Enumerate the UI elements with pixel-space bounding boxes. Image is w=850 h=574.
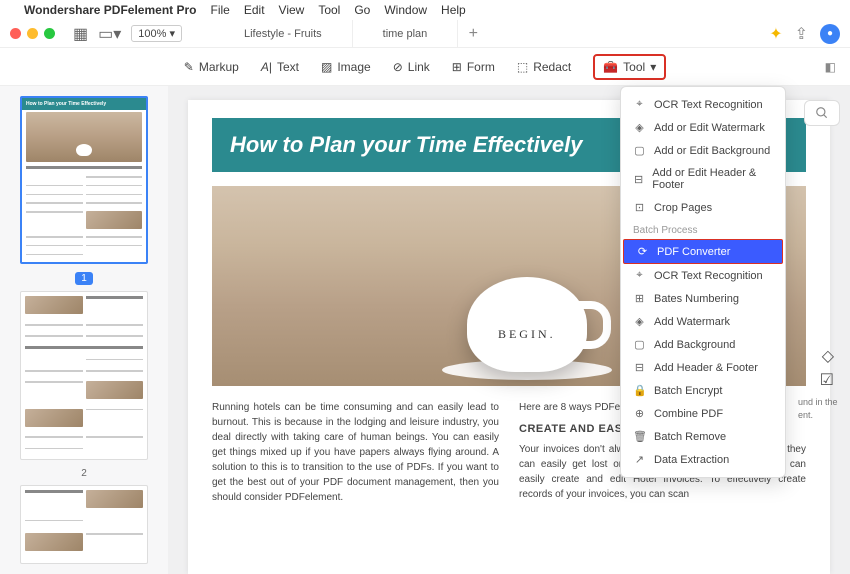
tool-image[interactable]: ▨Image <box>321 60 371 74</box>
new-tab-button[interactable]: + <box>458 20 488 47</box>
crop-icon: ⊡ <box>633 201 646 214</box>
fullscreen-window-button[interactable] <box>44 28 55 39</box>
close-window-button[interactable] <box>10 28 21 39</box>
menu-file[interactable]: File <box>211 3 230 17</box>
tool-dropdown-menu: ⌖OCR Text Recognition ◈Add or Edit Water… <box>620 86 786 478</box>
page-number-1: 1 <box>75 272 93 285</box>
column-left: Running hotels can be time consuming and… <box>212 400 499 505</box>
menu-go[interactable]: Go <box>354 3 370 17</box>
check-icon[interactable]: ☑ <box>820 370 834 390</box>
toolbox-icon: 🧰 <box>603 60 618 74</box>
extract-icon: ↗ <box>633 453 646 466</box>
tab-time-plan[interactable]: time plan <box>353 20 459 47</box>
text-icon: A| <box>261 60 272 74</box>
dd-add-edit-watermark[interactable]: ◈Add or Edit Watermark <box>621 116 785 139</box>
traffic-lights <box>10 28 55 39</box>
col1-paragraph: Running hotels can be time consuming and… <box>212 400 499 505</box>
background-icon: ▢ <box>633 338 646 351</box>
dd-add-watermark[interactable]: ◈Add Watermark <box>621 310 785 333</box>
markup-icon: ✎ <box>184 60 194 74</box>
dd-batch-ocr[interactable]: ⌖OCR Text Recognition <box>621 264 785 287</box>
watermark-icon: ◈ <box>633 121 646 134</box>
link-icon: ⊘ <box>393 60 403 74</box>
redact-icon: ⬚ <box>517 60 528 74</box>
user-avatar[interactable]: ● <box>820 24 840 44</box>
ocr-icon: ⌖ <box>633 98 646 111</box>
menu-window[interactable]: Window <box>384 3 427 17</box>
ocr-icon: ⌖ <box>633 269 646 282</box>
system-menubar: Wondershare PDFelement Pro File Edit Vie… <box>0 0 850 20</box>
thumb-body-preview <box>22 164 146 262</box>
tool-form[interactable]: ⊞Form <box>452 60 495 74</box>
thumb-title: How to Plan your Time Effectively <box>22 98 146 110</box>
dd-combine-pdf[interactable]: ⊕Combine PDF <box>621 402 785 425</box>
dd-section-batch: Batch Process <box>621 219 785 239</box>
dd-add-edit-background[interactable]: ▢Add or Edit Background <box>621 139 785 162</box>
search-icon <box>815 106 829 120</box>
notification-icon[interactable]: ✦ <box>769 24 782 44</box>
tool-markup[interactable]: ✎Markup <box>184 60 239 74</box>
image-icon: ▨ <box>321 60 332 74</box>
watermark-icon: ◈ <box>633 315 646 328</box>
dd-batch-remove[interactable]: 🗑Batch Remove <box>621 425 785 448</box>
menu-help[interactable]: Help <box>441 3 466 17</box>
dd-crop-pages[interactable]: ⊡Crop Pages <box>621 196 785 219</box>
tab-lifestyle-fruits[interactable]: Lifestyle - Fruits <box>214 20 353 47</box>
thumb-body-preview <box>21 292 147 458</box>
dd-add-background[interactable]: ▢Add Background <box>621 333 785 356</box>
dd-add-header-footer[interactable]: ⊟Add Header & Footer <box>621 356 785 379</box>
share-icon[interactable]: ⇪ <box>795 24 808 44</box>
tool-redact[interactable]: ⬚Redact <box>517 60 571 74</box>
bates-icon: ⊞ <box>633 292 646 305</box>
combine-icon: ⊕ <box>633 407 646 420</box>
header-footer-icon: ⊟ <box>633 361 646 374</box>
background-icon: ▢ <box>633 144 646 157</box>
menu-tool[interactable]: Tool <box>318 3 340 17</box>
menu-edit[interactable]: Edit <box>244 3 265 17</box>
right-panel-toggle-icon[interactable]: ◧ <box>825 60 836 74</box>
chevron-down-icon: ▾ <box>650 60 656 74</box>
tool-text[interactable]: A|Text <box>261 60 299 74</box>
page-thumbnail-1[interactable]: How to Plan your Time Effectively <box>20 96 148 264</box>
layout-dropdown-icon[interactable]: ▭▾ <box>98 24 121 44</box>
thumbnail-sidebar[interactable]: How to Plan your Time Effectively 1 2 <box>0 86 168 574</box>
cup-label: BEGIN. <box>498 327 556 342</box>
page-number-2: 2 <box>81 468 87 479</box>
minimize-window-button[interactable] <box>27 28 38 39</box>
app-name[interactable]: Wondershare PDFelement Pro <box>24 3 197 17</box>
zoom-selector[interactable]: 100% ▾ <box>131 25 182 42</box>
window-titlebar: ▦ ▭▾ 100% ▾ Lifestyle - Fruits time plan… <box>0 20 850 48</box>
dd-add-edit-header-footer[interactable]: ⊟Add or Edit Header & Footer <box>621 162 785 196</box>
search-button[interactable] <box>804 100 840 126</box>
thumbnail-panel-icon[interactable]: ▦ <box>73 24 88 44</box>
main-toolbar: ✎Markup A|Text ▨Image ⊘Link ⊞Form ⬚Redac… <box>0 48 850 86</box>
page-thumbnail-3[interactable] <box>20 485 148 564</box>
form-icon: ⊞ <box>452 60 462 74</box>
view-controls: ▦ ▭▾ 100% ▾ <box>73 24 182 44</box>
page-thumbnail-2[interactable] <box>20 291 148 459</box>
menu-view[interactable]: View <box>279 3 305 17</box>
dd-bates-numbering[interactable]: ⊞Bates Numbering <box>621 287 785 310</box>
dd-ocr-text-recognition[interactable]: ⌖OCR Text Recognition <box>621 93 785 116</box>
tool-tool-dropdown[interactable]: 🧰Tool▾ <box>593 54 666 80</box>
tool-link[interactable]: ⊘Link <box>393 60 430 74</box>
thumb-body-preview <box>21 486 147 563</box>
converter-icon: ⟳ <box>636 245 649 258</box>
dd-data-extraction[interactable]: ↗Data Extraction <box>621 448 785 471</box>
dd-batch-encrypt[interactable]: 🔒Batch Encrypt <box>621 379 785 402</box>
header-footer-icon: ⊟ <box>633 173 644 186</box>
trash-icon: 🗑 <box>633 430 646 443</box>
diamond-icon[interactable]: ◇ <box>822 346 834 366</box>
dd-pdf-converter[interactable]: ⟳PDF Converter <box>623 239 783 264</box>
right-panel-fragment: und in the ent. <box>798 396 844 421</box>
document-tabs: Lifestyle - Fruits time plan + <box>214 20 769 47</box>
thumb-hero-image <box>26 112 142 162</box>
lock-icon: 🔒 <box>633 384 646 397</box>
